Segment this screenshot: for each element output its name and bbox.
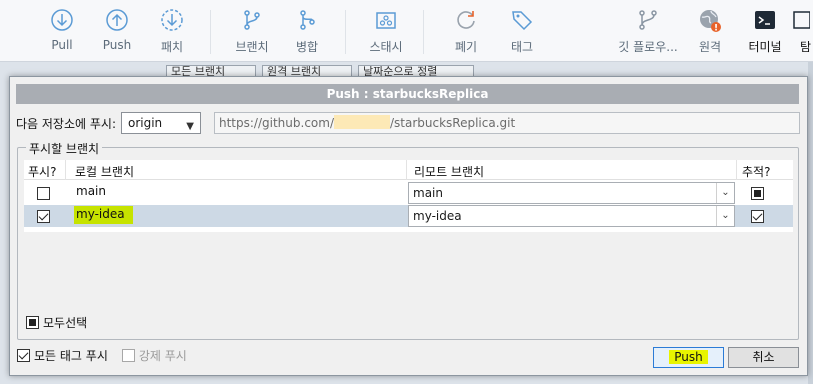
branches-group: 푸시할 브랜치 푸시? 로컬 브랜치 리모트 브랜치 추적? main main… <box>17 140 799 340</box>
terminal-icon <box>755 11 775 29</box>
terminal-label: 터미널 <box>748 40 782 54</box>
push-checkbox-main[interactable] <box>37 187 50 200</box>
chevron-down-icon: ⌄ <box>716 206 734 226</box>
column-separator <box>736 160 737 180</box>
destination-label: 다음 저장소에 푸시: <box>16 116 116 131</box>
tag-button[interactable]: 태그 <box>490 8 554 58</box>
fetch-label: 패치 <box>160 40 184 54</box>
push-all-tags-option[interactable]: 모든 태그 푸시 <box>17 347 108 364</box>
select-all-checkbox[interactable] <box>26 316 39 329</box>
chevron-down-icon: ⌄ <box>716 183 734 203</box>
remote-branch-value: main <box>413 186 443 200</box>
select-all-toggle[interactable]: 모두선택 <box>26 314 87 331</box>
stash-icon <box>376 12 396 29</box>
force-push-label: 강제 푸시 <box>138 349 187 363</box>
discard-label: 폐기 <box>454 40 478 54</box>
pull-icon <box>51 9 73 31</box>
stash-label: 스태시 <box>369 40 403 54</box>
local-branch-name: main <box>76 184 106 198</box>
remote-select[interactable]: origin ▼ <box>121 112 201 134</box>
push-icon <box>106 9 128 31</box>
branches-group-title: 푸시할 브랜치 <box>26 140 103 157</box>
git-flow-button[interactable]: 깃 플로우... <box>612 8 684 58</box>
main-toolbar: Pull Push 패치 브랜치 병합 스태시 폐기 태그 깃 플로우... !… <box>0 0 813 62</box>
window-right-edge <box>808 62 813 384</box>
tag-icon <box>512 11 533 31</box>
push-label: Push <box>102 38 132 52</box>
cancel-button[interactable]: 취소 <box>728 347 799 368</box>
destination-row: 다음 저장소에 푸시: origin ▼ <box>16 112 201 134</box>
discard-button[interactable]: 폐기 <box>434 8 498 58</box>
branches-grid: 푸시? 로컬 브랜치 리모트 브랜치 추적? main main ⌄ my-id… <box>24 160 793 232</box>
push-button-label: Push <box>669 350 708 364</box>
merge-label: 병합 <box>295 40 319 54</box>
chevron-down-icon: ▼ <box>186 121 194 132</box>
header-remote-branch: 리모트 브랜치 <box>414 165 485 179</box>
redacted-username <box>333 115 390 129</box>
header-push: 푸시? <box>28 165 57 179</box>
header-track: 추적? <box>742 165 771 179</box>
highlight-mark: my-idea <box>74 206 133 224</box>
branch-row-main[interactable]: main main ⌄ <box>24 182 793 204</box>
fetch-button[interactable]: 패치 <box>140 8 204 58</box>
branch-label: 브랜치 <box>235 40 269 54</box>
git-flow-label: 깃 플로우... <box>618 40 678 54</box>
toolbar-separator <box>210 10 211 54</box>
stash-button[interactable]: 스태시 <box>354 8 418 58</box>
merge-button[interactable]: 병합 <box>275 8 339 58</box>
toolbar-separator <box>423 10 424 54</box>
explorer-label: 탐 <box>800 40 812 54</box>
toolbar-separator <box>345 10 346 54</box>
push-button[interactable]: Push <box>653 347 724 368</box>
git-flow-icon <box>639 10 657 30</box>
branch-row-my-idea[interactable]: my-idea my-idea ⌄ <box>24 205 793 227</box>
push-all-tags-checkbox[interactable] <box>17 349 30 362</box>
local-branch-name: my-idea <box>74 206 133 224</box>
remote-url-field: https://github.com/ /starbucksReplica.git <box>214 112 800 134</box>
tag-label: 태그 <box>510 40 534 54</box>
url-prefix: https://github.com/ <box>219 116 334 130</box>
remote-branch-combo-main[interactable]: main ⌄ <box>408 182 735 204</box>
discard-icon <box>457 11 475 29</box>
header-local-branch: 로컬 브랜치 <box>75 165 135 179</box>
dialog-title: Push : starbucksReplica <box>16 84 799 104</box>
grid-header: 푸시? 로컬 브랜치 리모트 브랜치 추적? <box>24 160 793 180</box>
merge-icon <box>300 10 315 30</box>
column-separator <box>65 160 66 180</box>
remote-icon: ! <box>700 10 721 33</box>
cancel-button-label: 취소 <box>752 350 775 364</box>
force-push-checkbox[interactable] <box>121 349 135 362</box>
push-checkbox-my-idea[interactable] <box>37 210 50 223</box>
column-separator <box>406 160 407 180</box>
track-checkbox-my-idea[interactable] <box>751 210 764 223</box>
branch-icon <box>244 10 260 30</box>
force-push-option[interactable]: 강제 푸시 <box>121 347 187 364</box>
pull-label: Pull <box>51 38 73 52</box>
select-all-label: 모두선택 <box>43 316 88 330</box>
remote-label: 원격 <box>698 40 722 54</box>
fetch-icon <box>161 9 183 31</box>
explorer-icon <box>793 11 810 29</box>
remote-branch-value: my-idea <box>413 209 462 223</box>
push-options: 모든 태그 푸시 강제 푸시 <box>17 347 201 364</box>
remote-branch-combo-my-idea[interactable]: my-idea ⌄ <box>408 205 735 227</box>
push-all-tags-label: 모든 태그 푸시 <box>34 349 108 363</box>
explorer-button[interactable]: 탐 <box>786 8 813 58</box>
push-dialog: Push : starbucksReplica 다음 저장소에 푸시: orig… <box>9 76 808 376</box>
track-checkbox-main[interactable] <box>751 187 764 200</box>
remote-badge-icon: ! <box>714 24 718 33</box>
url-suffix: /starbucksReplica.git <box>389 116 516 130</box>
remote-select-value: origin <box>128 116 163 130</box>
